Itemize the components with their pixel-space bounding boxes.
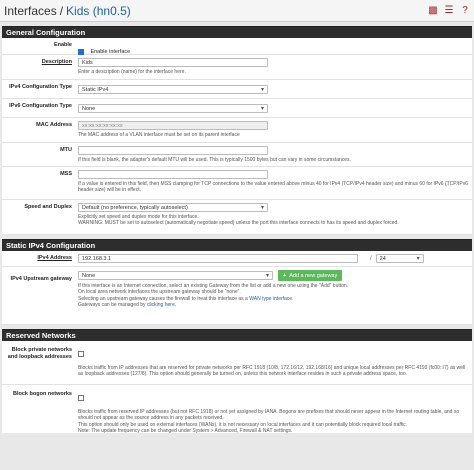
add-gateway-button[interactable]: + Add a new gateway: [278, 270, 343, 281]
ipv4-type-row: IPv4 Configuration Type Static IPv4: [2, 80, 472, 99]
help-icon[interactable]: ?: [460, 5, 470, 16]
enable-checkbox-label: Enable interface: [90, 48, 131, 55]
chart-icon[interactable]: ▩: [428, 5, 438, 16]
ipv4-address-label: IPv4 Address: [37, 255, 72, 261]
mac-input[interactable]: xx:xx:xx:xx:xx:xx: [78, 121, 268, 130]
mac-label: MAC Address: [36, 122, 72, 128]
interface-edit-page: Interfaces / Kids (hn0.5) ▩ ☰ ? General …: [0, 0, 474, 470]
panel-title: General Configuration: [2, 26, 472, 38]
enable-label: Enable: [53, 42, 72, 48]
block-bogon-checkbox[interactable]: [78, 394, 84, 401]
upstream-gateway-label: IPv4 Upstream gateway: [10, 276, 72, 282]
block-private-checkbox[interactable]: [78, 350, 84, 357]
mac-help: The MAC address of a VLAN interface must…: [78, 132, 240, 138]
description-input[interactable]: Kids: [78, 58, 268, 67]
ipv6-type-label: IPv6 Configuration Type: [9, 103, 72, 109]
description-help: Enter a description (name) for the inter…: [78, 69, 186, 75]
description-row: Description Kids Enter a description (na…: [2, 55, 472, 80]
ipv4-address-row: IPv4 Address 192.168.3.1 / 24: [2, 251, 472, 267]
page-header: Interfaces / Kids (hn0.5) ▩ ☰ ?: [0, 0, 474, 22]
mss-label: MSS: [60, 171, 72, 177]
upstream-gateway-row: IPv4 Upstream gateway None + Add a new g…: [2, 267, 472, 325]
manage-gateways-link[interactable]: clicking here: [147, 302, 175, 308]
panel-title: Static IPv4 Configuration: [2, 239, 472, 251]
breadcrumb-separator: /: [59, 3, 64, 18]
block-bogon-label: Block bogon networks: [13, 391, 72, 397]
enable-row: Enable Enable interface: [2, 38, 472, 55]
mtu-row: MTU If this field is blank, the adapter'…: [2, 143, 472, 167]
block-bogon-row: Block bogon networks Blocks traffic from…: [2, 385, 472, 435]
mtu-input[interactable]: [78, 146, 268, 155]
speed-duplex-warning: WARNING: MUST be set to autoselect (auto…: [78, 220, 399, 227]
mtu-help: If this field is blank, the adapter's de…: [78, 157, 351, 163]
ipv4-address-input[interactable]: 192.168.3.1: [78, 254, 358, 263]
mtu-label: MTU: [60, 147, 72, 153]
speed-duplex-row: Speed and Duplex Default (no preference,…: [2, 200, 472, 235]
description-label: Description: [41, 59, 72, 65]
block-bogon-help-3: Note: The update frequency can be change…: [78, 428, 293, 435]
static-ipv4-panel: Static IPv4 Configuration IPv4 Address 1…: [2, 239, 472, 325]
gateway-help-4-end: .: [174, 302, 177, 309]
header-icons: ▩ ☰ ?: [428, 5, 470, 16]
block-bogon-help-1: Blocks traffic from reserved IP addresse…: [78, 409, 460, 422]
ipv4-type-label: IPv4 Configuration Type: [9, 84, 72, 90]
breadcrumb-current[interactable]: Kids (hn0.5): [66, 4, 131, 18]
cidr-select[interactable]: 24: [375, 254, 424, 264]
speed-duplex-select[interactable]: Default (no preference, typically autose…: [78, 203, 268, 213]
reserved-networks-panel: Reserved Networks Block private networks…: [2, 329, 472, 435]
block-private-help: Blocks traffic from IP addresses that ar…: [78, 365, 466, 378]
mss-row: MSS If a value is entered in this field,…: [2, 167, 472, 200]
block-private-row: Block private networks and loopback addr…: [2, 341, 472, 385]
add-gateway-label: Add a new gateway: [289, 272, 338, 279]
block-private-label: Block private networks and loopback addr…: [7, 347, 72, 360]
ipv4-type-select[interactable]: Static IPv4: [78, 85, 268, 95]
ipv6-type-row: IPv6 Configuration Type None: [2, 99, 472, 118]
general-configuration-panel: General Configuration Enable Enable inte…: [2, 26, 472, 235]
mac-row: MAC Address xx:xx:xx:xx:xx:xx The MAC ad…: [2, 118, 472, 143]
list-icon[interactable]: ☰: [444, 5, 454, 16]
cidr-slash: /: [370, 255, 372, 262]
gateway-help-3-text: Selecting an upstream gateway causes the…: [78, 295, 250, 302]
mss-help: If a value is entered in this field, the…: [78, 181, 469, 194]
gateway-help-4-text: Gateways can be managed by: [78, 302, 147, 309]
enable-checkbox[interactable]: [78, 48, 84, 55]
upstream-gateway-select[interactable]: None: [78, 271, 273, 281]
ipv6-type-select[interactable]: None: [78, 104, 268, 114]
wan-type-link[interactable]: WAN type interface: [249, 296, 292, 302]
gateway-help-3-end: .: [292, 295, 294, 302]
breadcrumb-root[interactable]: Interfaces: [4, 4, 57, 18]
mss-input[interactable]: [78, 170, 268, 179]
gateway-help-4: Gateways can be managed by clicking here…: [78, 302, 468, 308]
panel-title: Reserved Networks: [2, 329, 472, 341]
speed-duplex-label: Speed and Duplex: [24, 204, 72, 210]
plus-icon: +: [283, 272, 287, 279]
